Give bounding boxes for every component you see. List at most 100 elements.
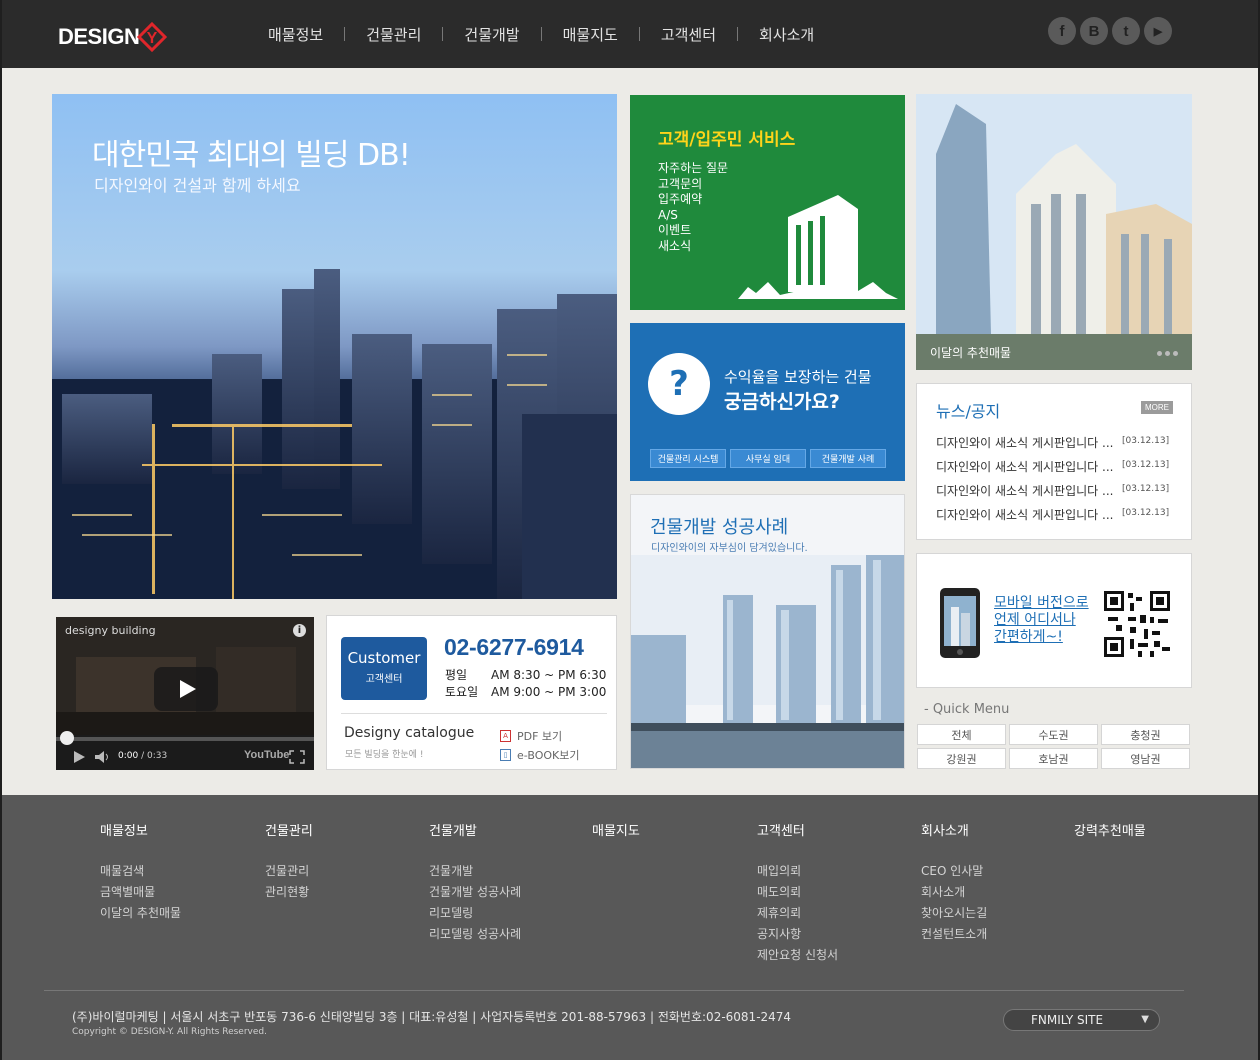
video-time: 0:00 / 0:33	[118, 751, 167, 761]
quick-menu-chungcheong[interactable]: 충청권	[1101, 724, 1190, 745]
video-current-time: 0:00	[118, 751, 139, 761]
office-lease-button[interactable]: 사무실 임대	[730, 449, 806, 468]
quick-menu-capital[interactable]: 수도권	[1009, 724, 1098, 745]
hero-banner[interactable]: 대한민국 최대의 빌딩 DB! 디자인와이 건설과 함께 하세요	[52, 94, 617, 599]
nav-item-building-development[interactable]: 건물개발	[443, 24, 540, 45]
fullscreen-icon[interactable]	[289, 750, 305, 764]
footer-heading[interactable]: 회사소개	[921, 820, 987, 839]
footer-link[interactable]: 건물개발 성공사례	[429, 882, 521, 903]
quick-menu-gangwon[interactable]: 강원권	[917, 748, 1006, 769]
building-system-button[interactable]: 건물관리 시스템	[650, 449, 726, 468]
footer-heading[interactable]: 매물지도	[592, 820, 640, 839]
footer-link[interactable]: 매입의뢰	[757, 861, 838, 882]
twitter-icon[interactable]: t	[1112, 17, 1140, 45]
footer-link[interactable]: 찾아오시는길	[921, 903, 987, 924]
service-item-as[interactable]: A/S	[658, 208, 728, 224]
footer-link[interactable]: 회사소개	[921, 882, 987, 903]
pdf-view-link[interactable]: A PDF 보기	[500, 728, 562, 744]
service-item-news[interactable]: 새소식	[658, 239, 728, 255]
quick-menu-all[interactable]: 전체	[917, 724, 1006, 745]
nav-item-customer-center[interactable]: 고객센터	[640, 24, 737, 45]
logo-mark-letter: Y	[147, 30, 158, 47]
quick-menu-yeongnam[interactable]: 영남권	[1101, 748, 1190, 769]
youtube-logo[interactable]: YouTube	[244, 749, 289, 761]
nav-item-company[interactable]: 회사소개	[738, 24, 835, 45]
footer-divider	[44, 990, 1184, 991]
footer-link[interactable]: 관리현황	[265, 882, 313, 903]
footer-column-building-management: 건물관리 건물관리 관리현황	[265, 820, 313, 903]
footer-link[interactable]: 리모델링 성공사례	[429, 924, 521, 945]
footer-heading[interactable]: 건물개발	[429, 820, 521, 839]
nav-item-listings[interactable]: 매물정보	[247, 24, 344, 45]
footer-heading[interactable]: 고객센터	[757, 820, 838, 839]
footer-link[interactable]: 공지사항	[757, 924, 838, 945]
site-logo[interactable]: DESIGN Y	[58, 22, 168, 52]
footer-link[interactable]: 리모델링	[429, 903, 521, 924]
footer-link[interactable]: 제안요청 신청서	[757, 945, 838, 966]
family-site-select[interactable]: FNMILY SITE ▼	[1003, 1009, 1160, 1031]
development-success-subtitle: 디자인와이의 자부심이 담겨있습니다.	[651, 543, 808, 554]
nav-item-building-management[interactable]: 건물관리	[345, 24, 442, 45]
building-outline-icon	[738, 195, 898, 299]
play-button-icon[interactable]	[154, 667, 218, 711]
mobile-version-link[interactable]: 모바일 버전으로 언제 어디서나 간편하게~!	[994, 595, 1089, 646]
customer-center-panel: Customer 고객센터 02-6277-6914 평일 AM 8:30 ~ P…	[326, 615, 617, 770]
news-item[interactable]: 디자인와이 새소식 게시판입니다 ... [03.12.13]	[936, 434, 1176, 451]
blog-icon[interactable]: B	[1080, 17, 1108, 45]
news-item[interactable]: 디자인와이 새소식 게시판입니다 ... [03.12.13]	[936, 482, 1176, 499]
news-item[interactable]: 디자인와이 새소식 게시판입니다 ... [03.12.13]	[936, 458, 1176, 475]
catalogue-title: Designy catalogue	[344, 725, 475, 741]
volume-icon[interactable]	[94, 750, 112, 764]
slider-dot[interactable]	[1165, 351, 1170, 356]
footer-link[interactable]: 이달의 추천매물	[100, 903, 181, 924]
footer-link[interactable]: 건물관리	[265, 861, 313, 882]
service-item-event[interactable]: 이벤트	[658, 223, 728, 239]
youtube-icon[interactable]: ▶	[1144, 17, 1172, 45]
facebook-icon[interactable]: f	[1048, 17, 1076, 45]
service-item-inquiry[interactable]: 고객문의	[658, 177, 728, 193]
service-item-move-in-reservation[interactable]: 입주예약	[658, 192, 728, 208]
mobile-line-1: 모바일 버전으로	[994, 595, 1089, 611]
customer-center-badge[interactable]: Customer 고객센터	[341, 637, 427, 700]
footer-link[interactable]: 매물검색	[100, 861, 181, 882]
footer-heading[interactable]: 건물관리	[265, 820, 313, 839]
nav-item-listing-map[interactable]: 매물지도	[542, 24, 639, 45]
news-item-date: [03.12.13]	[1122, 484, 1170, 494]
news-item-text: 디자인와이 새소식 게시판입니다 ...	[936, 460, 1114, 474]
news-more-button[interactable]: MORE	[1141, 401, 1173, 414]
quick-menu-label: - Quick Menu	[924, 702, 1010, 717]
footer-heading[interactable]: 매물정보	[100, 820, 181, 839]
info-icon[interactable]: i	[293, 624, 306, 637]
slider-dot[interactable]	[1157, 351, 1162, 356]
mobile-version-panel[interactable]: 모바일 버전으로 언제 어디서나 간편하게~!	[916, 553, 1192, 688]
footer-link[interactable]: 컨설턴트소개	[921, 924, 987, 945]
footer-heading[interactable]: 강력추천매물	[1074, 820, 1146, 839]
footer-link[interactable]: 매도의뢰	[757, 882, 838, 903]
social-links: f B t ▶	[1048, 17, 1172, 45]
video-progress-bar[interactable]	[56, 737, 314, 741]
footer-column-building-development: 건물개발 건물개발 건물개발 성공사례 리모델링 리모델링 성공사례	[429, 820, 521, 945]
roi-building-card[interactable]: ? 수익율을 보장하는 건물 궁금하신가요? 건물관리 시스템 사무실 임대 건…	[630, 323, 905, 481]
news-item[interactable]: 디자인와이 새소식 게시판입니다 ... [03.12.13]	[936, 506, 1176, 523]
play-icon[interactable]	[72, 750, 86, 764]
service-item-faq[interactable]: 자주하는 질문	[658, 161, 728, 177]
video-progress-knob[interactable]	[60, 731, 74, 745]
quick-menu-honam[interactable]: 호남권	[1009, 748, 1098, 769]
video-player[interactable]: designy building i 0:00 / 0:33 YouTube	[56, 617, 314, 770]
footer-link[interactable]: 건물개발	[429, 861, 521, 882]
slider-dots	[1157, 351, 1178, 356]
footer-column-listings: 매물정보 매물검색 금액별매물 이달의 추천매물	[100, 820, 181, 924]
customer-service-card[interactable]: 고객/입주민 서비스 자주하는 질문 고객문의 입주예약 A/S 이벤트 새소식	[630, 95, 905, 310]
footer-link[interactable]: 금액별매물	[100, 882, 181, 903]
development-success-card[interactable]: 건물개발 성공사례 디자인와이의 자부심이 담겨있습니다.	[630, 494, 905, 769]
ebook-view-link[interactable]: ▯ e-BOOK보기	[500, 747, 579, 763]
footer-link[interactable]: CEO 인사말	[921, 861, 987, 882]
site-footer: 매물정보 매물검색 금액별매물 이달의 추천매물 건물관리 건물관리 관리현황 …	[2, 795, 1258, 1060]
monthly-recommend-card[interactable]: 이달의 추천매물	[916, 94, 1192, 370]
footer-link[interactable]: 제휴의뢰	[757, 903, 838, 924]
slider-dot[interactable]	[1173, 351, 1178, 356]
pdf-icon: A	[500, 730, 511, 742]
news-notice-panel: 뉴스/공지 MORE 디자인와이 새소식 게시판입니다 ... [03.12.1…	[916, 383, 1192, 540]
development-case-button[interactable]: 건물개발 사례	[810, 449, 886, 468]
catalogue-subtitle: 모든 빌딩을 한눈에 !	[345, 750, 424, 760]
